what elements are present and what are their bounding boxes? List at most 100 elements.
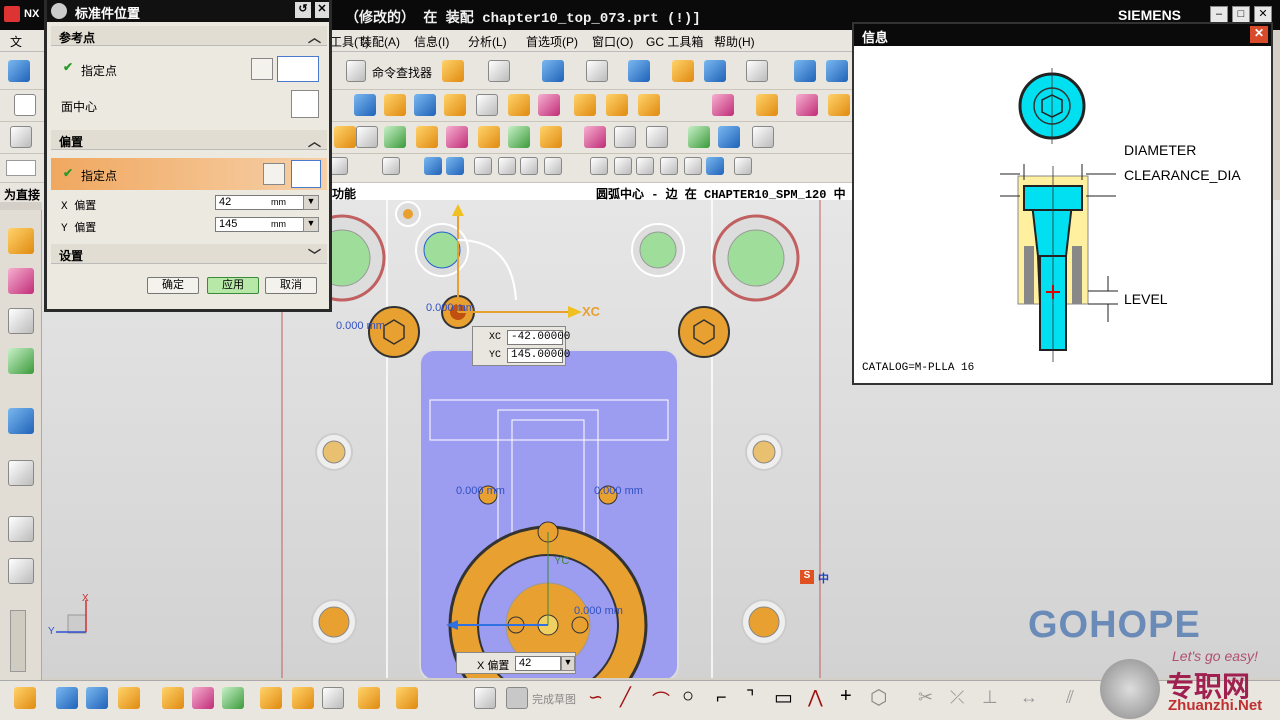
polygon-icon[interactable]: ⬡ [870, 685, 887, 710]
arc-icon[interactable]: ⌒ [652, 687, 670, 713]
bottom-tool-icon-11[interactable] [358, 687, 380, 709]
sogou-icon[interactable]: S [800, 570, 814, 584]
menu-help[interactable]: 帮助(H) [714, 33, 755, 50]
tool-icon-11[interactable] [646, 126, 668, 148]
history-icon[interactable] [8, 516, 34, 542]
web-browser-icon[interactable] [8, 460, 34, 486]
snap-icon-2[interactable] [424, 157, 442, 175]
constraint-icon[interactable] [826, 60, 848, 82]
mold-wizard-icon-6[interactable] [508, 94, 530, 116]
face-center-row[interactable]: 面中心 [51, 88, 327, 122]
tool-icon-7[interactable] [508, 126, 530, 148]
line-icon[interactable]: ╱ [620, 687, 631, 708]
mold-wizard-icon-1[interactable] [354, 94, 376, 116]
cube-view-icon[interactable] [628, 60, 650, 82]
bottom-tool-icon-10[interactable] [322, 687, 344, 709]
binoculars-icon[interactable] [346, 60, 366, 82]
face-center-icon[interactable] [291, 90, 319, 118]
mold-wizard-icon-5[interactable] [476, 94, 498, 116]
mold-wizard-icon-14[interactable] [828, 94, 850, 116]
part-navigator-icon[interactable] [8, 308, 34, 334]
bottom-tool-icon-3[interactable] [86, 687, 108, 709]
menu-preferences[interactable]: 首选项(P) [526, 33, 578, 50]
mold-wizard-icon-7[interactable] [538, 94, 560, 116]
ime-mode[interactable]: 中 [818, 570, 829, 586]
section-offset[interactable]: 偏置 ︿ [51, 130, 327, 150]
tool-icon-6[interactable] [478, 126, 500, 148]
info-icon[interactable] [488, 60, 510, 82]
shade-icon[interactable] [586, 60, 608, 82]
bottom-tool-icon-2[interactable] [56, 687, 78, 709]
y-offset-input[interactable]: 145 [215, 217, 305, 232]
system-materials-icon[interactable] [8, 558, 34, 584]
mold-wizard-icon-4[interactable] [444, 94, 466, 116]
filter-box[interactable] [6, 160, 36, 176]
snap-circle-icon[interactable] [684, 157, 702, 175]
x-offset-dropdown-icon[interactable]: ▼ [303, 195, 319, 210]
point-type-dropdown[interactable] [277, 56, 319, 82]
menu-info[interactable]: 信息(I) [414, 33, 449, 50]
trim-icon[interactable]: ✂ [918, 687, 933, 708]
tool-icon-8[interactable] [540, 126, 562, 148]
reuse-library-icon[interactable] [8, 348, 34, 374]
gear-icon[interactable] [51, 3, 67, 19]
profile-icon[interactable]: ∽ [588, 687, 603, 708]
corner-icon[interactable]: ⊥ [982, 687, 998, 708]
snap-plus-icon[interactable] [660, 157, 678, 175]
bottom-tool-icon-5[interactable] [162, 687, 184, 709]
finish-sketch-icon[interactable] [506, 687, 528, 709]
chevron-up-icon[interactable]: ︿ [308, 131, 321, 150]
sketch-icon[interactable] [474, 687, 496, 709]
fit-view-icon[interactable] [542, 60, 564, 82]
menu-file-partial[interactable]: 文 [10, 33, 22, 50]
chevron-down-icon[interactable]: ﹀ [308, 245, 321, 264]
constraint-icon[interactable]: ⫽ [1066, 687, 1074, 708]
resource-scrollbar[interactable] [10, 610, 26, 672]
bottom-tool-icon-1[interactable] [14, 687, 36, 709]
snap-point-icon[interactable] [474, 157, 492, 175]
specify-point-row-2[interactable]: ✔ 指定点 [51, 158, 327, 190]
wcs-icon[interactable] [704, 60, 726, 82]
finish-sketch-label[interactable]: 完成草图 [532, 691, 576, 707]
snap-face-icon[interactable] [706, 157, 724, 175]
point-dialog-icon[interactable] [263, 163, 285, 185]
tool-icon-10[interactable] [614, 126, 636, 148]
assembly-navigator-icon[interactable] [8, 228, 34, 254]
snap-mid-icon[interactable] [498, 157, 516, 175]
hd3d-icon[interactable] [8, 408, 34, 434]
background-icon[interactable] [746, 60, 768, 82]
move-component-icon[interactable] [794, 60, 816, 82]
ime-toolbar[interactable]: S 中 [800, 570, 920, 586]
point-icon[interactable]: + [840, 685, 852, 708]
tool-icon-14[interactable] [752, 126, 774, 148]
dialog-close-button[interactable]: ✕ [315, 2, 329, 18]
cancel-button[interactable]: 取消 [265, 277, 317, 294]
menu-window[interactable]: 窗口(O) [592, 33, 633, 50]
snap-icon-1[interactable] [330, 157, 348, 175]
snap-line2-icon[interactable] [544, 157, 562, 175]
mold-wizard-icon-2[interactable] [384, 94, 406, 116]
blank-page-icon[interactable] [14, 94, 36, 116]
mold-wizard-icon-11[interactable] [712, 94, 734, 116]
link-icon[interactable] [396, 687, 418, 709]
yc-input[interactable]: 145.00000 [507, 348, 570, 363]
constraint-navigator-icon[interactable] [8, 268, 34, 294]
tool-icon-1[interactable] [334, 126, 356, 148]
point-dialog-icon[interactable] [251, 58, 273, 80]
bottom-tool-icon-4[interactable] [118, 687, 140, 709]
dimension-icon[interactable]: ↔ [1020, 687, 1038, 708]
tool-icon-4[interactable] [416, 126, 438, 148]
tool-icon-9[interactable] [584, 126, 606, 148]
bottom-tool-icon-9[interactable] [292, 687, 314, 709]
snap-quadrant-icon[interactable] [636, 157, 654, 175]
assembly-icon[interactable] [442, 60, 464, 82]
mold-wizard-icon-13[interactable] [796, 94, 818, 116]
mold-wizard-icon-9[interactable] [606, 94, 628, 116]
tool-icon-13[interactable] [718, 126, 740, 148]
layer-icon[interactable] [672, 60, 694, 82]
bottom-tool-icon-6[interactable] [192, 687, 214, 709]
maximize-button[interactable]: □ [1232, 6, 1250, 23]
onscreen-offset-value[interactable]: 42 [515, 656, 561, 671]
bottom-tool-icon-8[interactable] [260, 687, 282, 709]
tool-icon-12[interactable] [688, 126, 710, 148]
